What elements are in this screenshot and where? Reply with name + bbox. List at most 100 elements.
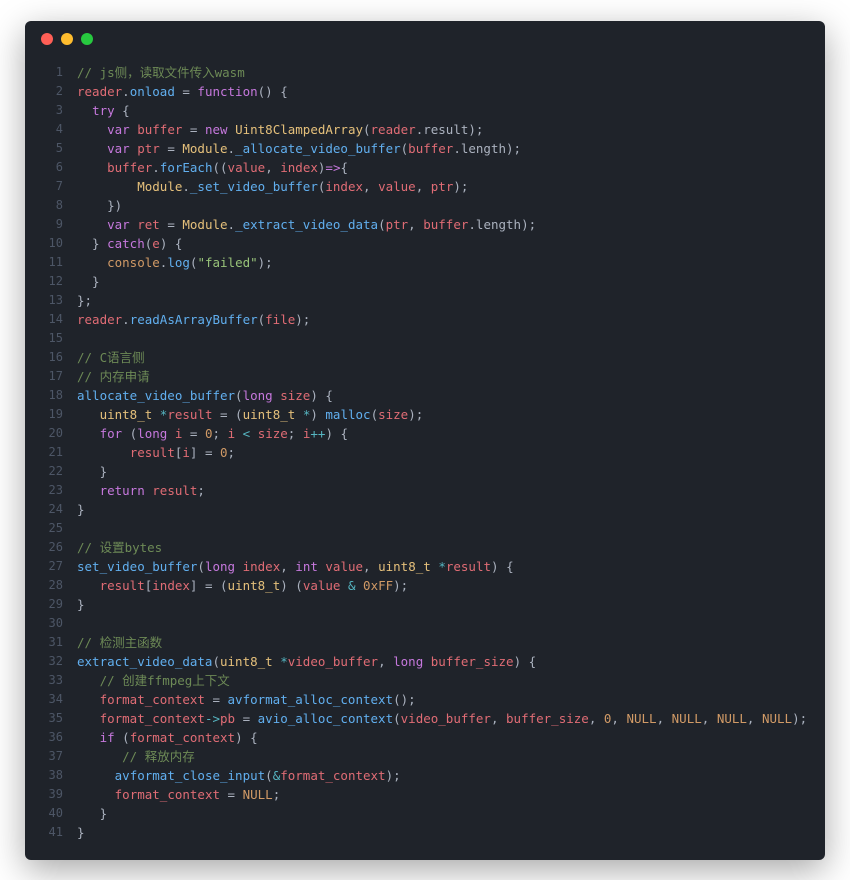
code-token: buffer_size (506, 711, 589, 726)
code-token: uint8_t (220, 654, 273, 669)
code-token: index (152, 578, 190, 593)
code-token: . (122, 312, 130, 327)
code-token: // (122, 749, 145, 764)
code-token: ( (371, 407, 379, 422)
code-token: if (100, 730, 115, 745)
code-token (77, 749, 122, 764)
code-line: // 释放内存 (77, 747, 807, 766)
code-line: format_context = avformat_alloc_context(… (77, 690, 807, 709)
code-token: _allocate_video_buffer (235, 141, 401, 156)
code-token: = (182, 122, 205, 137)
code-line: console.log("failed"); (77, 253, 807, 272)
code-token: . (228, 217, 236, 232)
line-number: 23 (35, 481, 63, 500)
code-token: NULL (762, 711, 792, 726)
code-token: avformat_alloc_context (228, 692, 394, 707)
code-token: * (280, 654, 288, 669)
code-token: }; (77, 293, 92, 308)
code-token: readAsArrayBuffer (130, 312, 258, 327)
code-token: ; (288, 426, 303, 441)
code-token: ptr (431, 179, 454, 194)
code-line (77, 614, 807, 633)
code-token: = (160, 141, 183, 156)
code-token: "failed" (197, 255, 257, 270)
code-line: avformat_close_input(&format_context); (77, 766, 807, 785)
line-number: 28 (35, 576, 63, 595)
code-token: avformat_close_input (115, 768, 266, 783)
code-token: format_context (115, 787, 220, 802)
code-token (77, 768, 115, 783)
code-token: long (205, 559, 235, 574)
code-token (77, 483, 100, 498)
code-token: extract_video_data (77, 654, 212, 669)
code-token: var (107, 217, 130, 232)
code-line: } (77, 272, 807, 291)
line-number: 17 (35, 367, 63, 386)
code-token: reader (77, 84, 122, 99)
code-token: size (378, 407, 408, 422)
code-token: 内存申请 (100, 369, 150, 384)
code-token: forEach (160, 160, 213, 175)
code-token: result (423, 122, 468, 137)
code-token (77, 141, 107, 156)
code-line: // 检测主函数 (77, 633, 807, 652)
code-token: length (461, 141, 506, 156)
code-token: = (182, 426, 205, 441)
code-line: result[i] = 0; (77, 443, 807, 462)
code-token: size (280, 388, 310, 403)
line-number-gutter: 1234567891011121314151617181920212223242… (25, 63, 77, 842)
code-token: value (325, 559, 363, 574)
line-number: 3 (35, 101, 63, 120)
code-token: result (446, 559, 491, 574)
code-token: 0 (220, 445, 228, 460)
code-token: . (182, 179, 190, 194)
code-token: index (280, 160, 318, 175)
code-token: video_buffer (401, 711, 491, 726)
close-icon[interactable] (41, 33, 53, 45)
code-line: } (77, 500, 807, 519)
code-token (356, 578, 364, 593)
code-token: ); (521, 217, 536, 232)
code-token (228, 122, 236, 137)
code-token: ++ (310, 426, 325, 441)
code-line (77, 519, 807, 538)
code-token: // (77, 369, 100, 384)
code-token: ; (273, 787, 281, 802)
code-token (235, 559, 243, 574)
code-token: ); (468, 122, 483, 137)
code-token: NULL (672, 711, 702, 726)
code-line: } (77, 823, 807, 842)
code-token (167, 426, 175, 441)
code-token: avio_alloc_context (258, 711, 393, 726)
code-token: format_context (100, 711, 205, 726)
code-token: size (258, 426, 288, 441)
line-number: 12 (35, 272, 63, 291)
line-number: 26 (35, 538, 63, 557)
code-token: 释放内存 (145, 749, 195, 764)
code-token (235, 426, 243, 441)
code-token: NULL (243, 787, 273, 802)
code-token: var (107, 141, 130, 156)
code-token: uint8_t (228, 578, 281, 593)
code-token (77, 179, 137, 194)
code-line: reader.onload = function() { (77, 82, 807, 101)
code-token: buffer (107, 160, 152, 175)
code-token: pb (220, 711, 235, 726)
maximize-icon[interactable] (81, 33, 93, 45)
line-number: 41 (35, 823, 63, 842)
code-token: file (265, 312, 295, 327)
minimize-icon[interactable] (61, 33, 73, 45)
code-token: & (348, 578, 356, 593)
code-token: . (453, 141, 461, 156)
code-token (77, 407, 100, 422)
code-token: long (243, 388, 273, 403)
code-token: new (205, 122, 228, 137)
code-line: result[index] = (uint8_t) (value & 0xFF)… (77, 576, 807, 595)
line-number: 29 (35, 595, 63, 614)
code-line: try { (77, 101, 807, 120)
code-token: (( (212, 160, 227, 175)
code-token: ); (295, 312, 310, 327)
code-token: ; (213, 426, 228, 441)
code-token: // (77, 350, 100, 365)
code-token: buffer (408, 141, 453, 156)
